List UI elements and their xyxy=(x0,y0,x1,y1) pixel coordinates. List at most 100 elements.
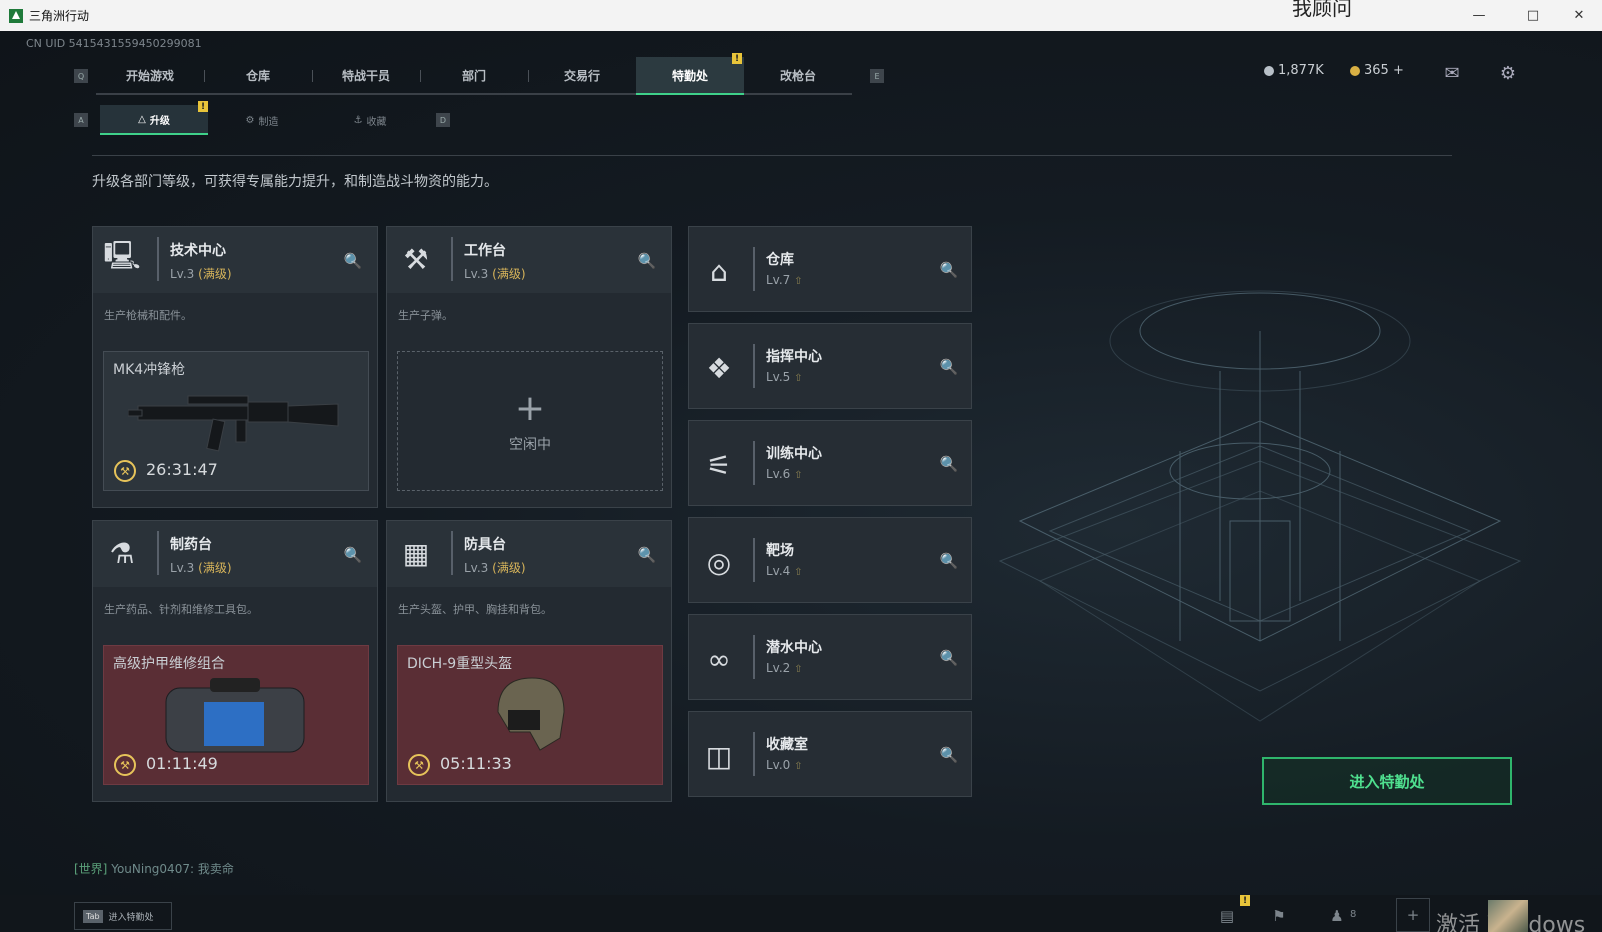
chat-channel: [世界] xyxy=(74,862,108,876)
tab-trade[interactable]: 交易行 xyxy=(528,57,636,95)
search-icon[interactable]: 🔍 xyxy=(343,545,363,565)
station-level: Lv.3 (满级) xyxy=(464,559,526,576)
tab-department[interactable]: 部门 xyxy=(420,57,528,95)
subtab-craft[interactable]: ⚙ 制造 xyxy=(208,105,316,135)
chat-user: YouNing0407: xyxy=(111,862,195,876)
production-slot[interactable]: MK4冲锋枪 ⚒ 26:31:47 xyxy=(103,351,369,491)
search-icon[interactable]: 🔍 xyxy=(939,260,959,280)
tab-special-ops[interactable]: 特勤处 ! xyxy=(636,53,744,95)
tab-hint-button[interactable]: Tab 进入特勤处 xyxy=(74,902,172,930)
mail-icon[interactable]: ✉ xyxy=(1440,61,1464,85)
item-name: DICH-9重型头盔 xyxy=(407,656,513,672)
search-icon[interactable]: 🔍 xyxy=(939,357,959,377)
player-uid: CN UID 5415431559450299081 xyxy=(26,37,202,50)
chat-line[interactable]: [世界] YouNing0407: 我卖命 xyxy=(74,860,234,877)
pharma-icon: ⚗ xyxy=(109,536,135,570)
gold-coin-icon xyxy=(1350,65,1360,76)
level-value: Lv.6 xyxy=(766,467,791,481)
divider xyxy=(157,237,159,281)
station-range[interactable]: ◎ 靶场 Lv.4 ⇧ 🔍 xyxy=(688,517,972,603)
minimize-icon[interactable]: — xyxy=(1456,0,1502,31)
maximize-icon[interactable]: □ xyxy=(1510,0,1556,31)
level-value: Lv.3 xyxy=(170,561,195,575)
target-icon: ◎ xyxy=(706,545,732,579)
card-header: 🖳 技术中心 Lv.3 (满级) 🔍 xyxy=(93,227,377,293)
friends-icon[interactable]: ♟ xyxy=(1326,905,1348,927)
card-header: ⚗ 制药台 Lv.3 (满级) 🔍 xyxy=(93,521,377,587)
search-icon[interactable]: 🔍 xyxy=(343,251,363,271)
timer-text: 26:31:47 xyxy=(146,460,218,479)
card-header: ▦ 防具台 Lv.3 (满级) 🔍 xyxy=(387,521,671,587)
tools-icon: ⚒ xyxy=(403,242,429,276)
station-card-tech[interactable]: 🖳 技术中心 Lv.3 (满级) 🔍 生产枪械和配件。 MK4冲锋枪 ⚒ 26:… xyxy=(92,226,378,508)
station-card-armor[interactable]: ▦ 防具台 Lv.3 (满级) 🔍 生产头盔、护甲、胸挂和背包。 DICH-9重… xyxy=(386,520,672,802)
tab-warehouse[interactable]: 仓库 xyxy=(204,57,312,95)
divider xyxy=(753,538,755,582)
station-level: Lv.4 ⇧ xyxy=(766,564,803,578)
collection-icon: ◫ xyxy=(705,739,733,773)
silver-currency[interactable]: 1,877K xyxy=(1264,63,1324,78)
station-card-pharmacy[interactable]: ⚗ 制药台 Lv.3 (满级) 🔍 生产药品、针剂和维修工具包。 高级护甲维修组… xyxy=(92,520,378,802)
station-level: Lv.6 ⇧ xyxy=(766,467,803,481)
station-description: 生产子弹。 xyxy=(398,309,453,322)
divider xyxy=(753,441,755,485)
flag-icon[interactable]: ⚑ xyxy=(1268,905,1290,927)
close-icon[interactable]: ✕ xyxy=(1556,0,1602,31)
add-friend-icon[interactable]: + xyxy=(1396,898,1430,932)
search-icon[interactable]: 🔍 xyxy=(637,545,657,565)
stats-chart-icon[interactable]: ▤ xyxy=(1216,905,1238,927)
subtab-collect-label: 收藏 xyxy=(366,116,387,128)
level-value: Lv.5 xyxy=(766,370,791,384)
settings-gear-icon[interactable]: ⚙ xyxy=(1496,61,1520,85)
tab-start-game[interactable]: 开始游戏 xyxy=(96,57,204,95)
dumbbell-icon: ⚟ xyxy=(706,448,732,482)
armor-icon: ▦ xyxy=(402,536,430,570)
production-slot[interactable]: 高级护甲维修组合 ⚒ 01:11:49 xyxy=(103,645,369,785)
idle-label: 空闲中 xyxy=(509,437,551,453)
timer-icon: ⚒ xyxy=(408,754,430,776)
station-command[interactable]: ❖ 指挥中心 Lv.5 ⇧ 🔍 xyxy=(688,323,972,409)
station-card-workbench[interactable]: ⚒ 工作台 Lv.3 (满级) 🔍 生产子弹。 + 空闲中 xyxy=(386,226,672,508)
station-level: Lv.7 ⇧ xyxy=(766,273,803,287)
dive-icon: ∞ xyxy=(707,642,731,676)
empty-production-slot[interactable]: + 空闲中 xyxy=(397,351,663,491)
subtab-upgrade[interactable]: △ 升级 ! xyxy=(100,101,208,135)
chat-message: 我卖命 xyxy=(197,862,234,876)
search-icon[interactable]: 🔍 xyxy=(939,454,959,474)
timer-text: 01:11:49 xyxy=(146,754,218,773)
station-level: Lv.3 (满级) xyxy=(464,265,526,282)
timer-icon: ⚒ xyxy=(114,460,136,482)
station-level: Lv.5 ⇧ xyxy=(766,370,803,384)
enter-special-ops-button[interactable]: 进入特勤处 xyxy=(1262,757,1512,805)
tab-operators[interactable]: 特战干员 xyxy=(312,57,420,95)
subtab-craft-label: 制造 xyxy=(258,116,279,128)
station-training[interactable]: ⚟ 训练中心 Lv.6 ⇧ 🔍 xyxy=(688,420,972,506)
divider xyxy=(753,344,755,388)
divider xyxy=(92,155,1452,156)
station-collection[interactable]: ◫ 收藏室 Lv.0 ⇧ 🔍 xyxy=(688,711,972,797)
production-slot[interactable]: DICH-9重型头盔 ⚒ 05:11:33 xyxy=(397,645,663,785)
station-name: 靶场 xyxy=(766,543,794,559)
subtab-collect[interactable]: ⚓ 收藏 xyxy=(316,105,424,135)
upgrade-arrow-icon: ⇧ xyxy=(794,276,803,287)
item-name: 高级护甲维修组合 xyxy=(113,656,225,672)
tab-gunsmith[interactable]: 改枪台 xyxy=(744,57,852,95)
tab-key-right: E xyxy=(870,69,884,83)
search-icon[interactable]: 🔍 xyxy=(939,745,959,765)
rifle-image xyxy=(128,395,339,452)
gold-currency[interactable]: 365 + xyxy=(1350,63,1404,78)
station-dive[interactable]: ∞ 潜水中心 Lv.2 ⇧ 🔍 xyxy=(688,614,972,700)
card-header: ⚒ 工作台 Lv.3 (满级) 🔍 xyxy=(387,227,671,293)
search-icon[interactable]: 🔍 xyxy=(939,551,959,571)
station-warehouse[interactable]: ⌂ 仓库 Lv.7 ⇧ 🔍 xyxy=(688,226,972,312)
silver-coin-icon xyxy=(1264,65,1274,76)
divider xyxy=(157,531,159,575)
search-icon[interactable]: 🔍 xyxy=(637,251,657,271)
upgrade-arrow-icon: ⇧ xyxy=(794,567,803,578)
station-level: Lv.3 (满级) xyxy=(170,559,232,576)
search-icon[interactable]: 🔍 xyxy=(939,648,959,668)
avatar[interactable] xyxy=(1488,900,1528,932)
friends-count: 8 xyxy=(1350,909,1357,920)
station-name: 收藏室 xyxy=(766,737,808,753)
station-description: 生产药品、针剂和维修工具包。 xyxy=(104,603,258,616)
